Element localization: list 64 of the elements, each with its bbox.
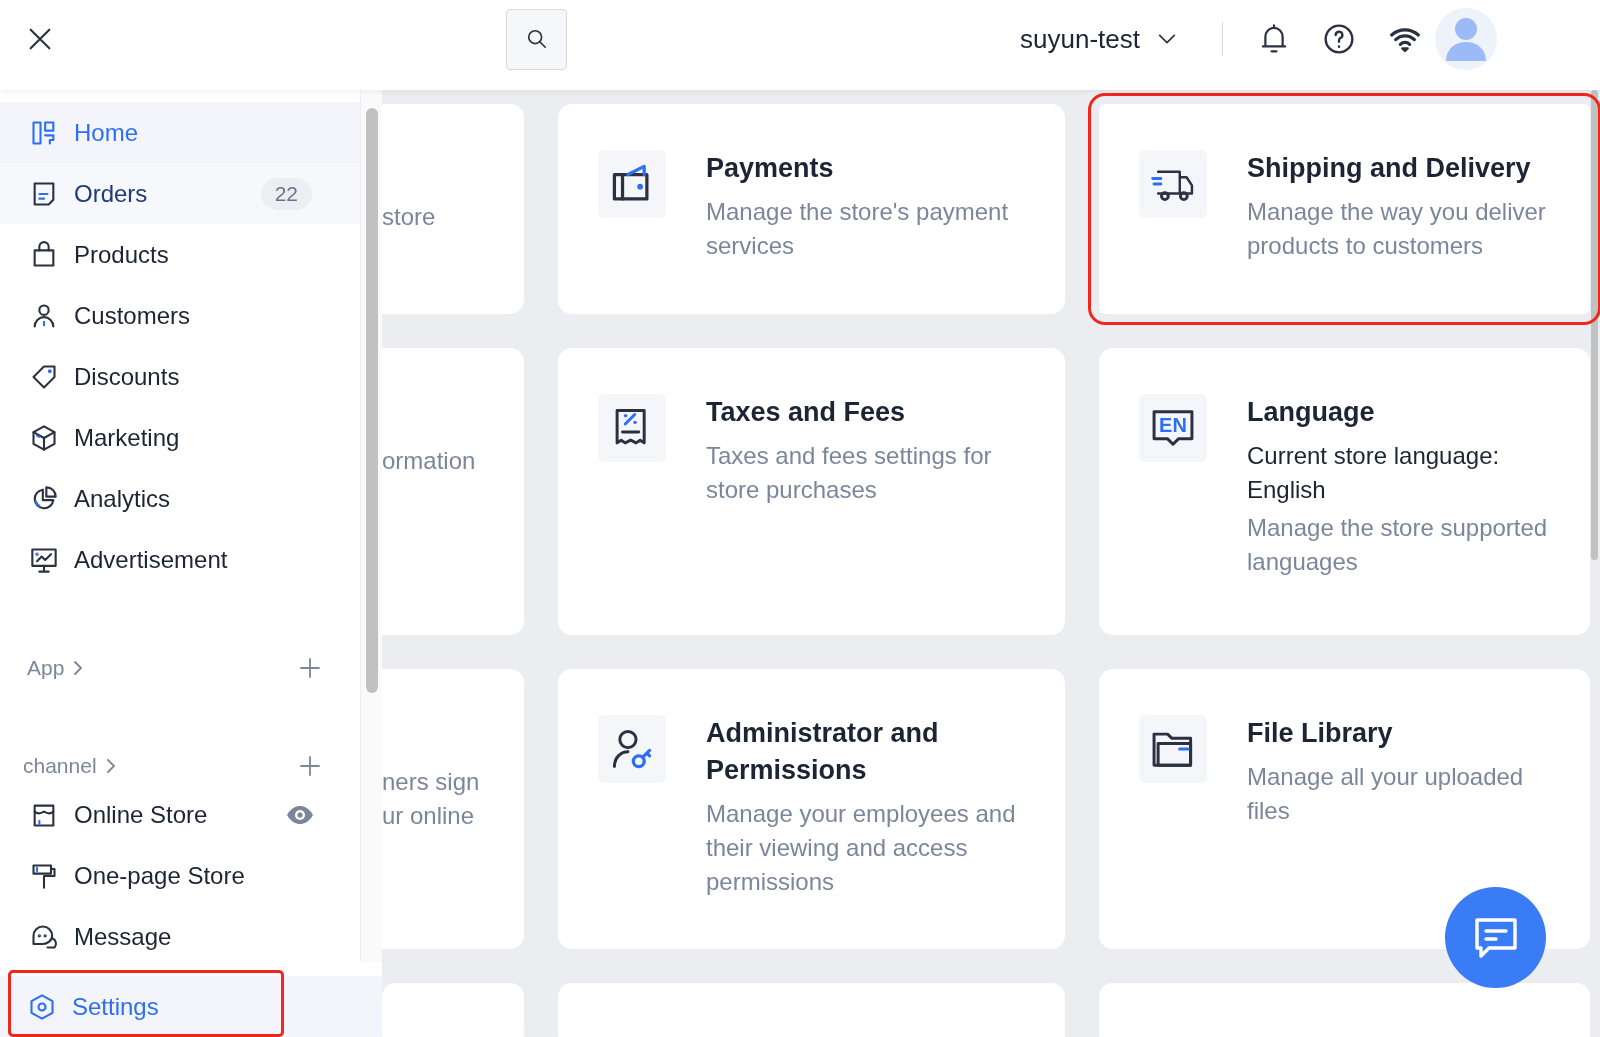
card-title: Shipping and Delivery [1247,152,1532,185]
card-description: Manage the way you deliver products to customers [1247,197,1547,261]
card-description: Taxes and fees settings for store purchases [706,441,993,505]
monitor-icon [30,545,58,574]
card-title: Language [1247,396,1376,429]
user-silhouette-icon [1444,15,1488,63]
card-description: Manage the store supported languages [1247,513,1549,577]
nav-item[interactable]: One-page Store [0,845,360,906]
card-description: ur online [382,801,476,831]
icon-label: EN [1159,414,1187,436]
search-icon [525,28,548,50]
notifications-button[interactable] [1259,23,1289,55]
settings-card[interactable]: ners sign ur online [382,669,524,949]
card-title: Taxes and Fees [706,396,907,429]
nav-item[interactable]: Products [0,224,360,285]
nav-item[interactable]: Online Store [0,784,360,845]
account-switcher[interactable]: suyun-test [1020,23,1178,55]
current-value: Current store language: English [1247,441,1501,505]
wifi-icon [1389,25,1421,53]
card-title: File Library [1247,717,1394,750]
eye-icon[interactable] [286,804,314,825]
scrollbar[interactable] [361,90,382,962]
card-title: Administrator and Permissions [706,717,940,787]
card-description: Manage all your uploaded files [1247,762,1525,826]
help-icon [1323,23,1355,55]
settings-card[interactable]: EN Language Current store language: English Manage the store supported languages [1099,348,1590,635]
nav-item[interactable]: Marketing [0,407,360,468]
card-description: ners sign [382,767,481,797]
section-header[interactable]: App [27,656,85,680]
account-name: suyun-test [1020,23,1140,55]
nav-item[interactable]: Orders 22 [0,163,360,224]
help-button[interactable] [1323,23,1355,55]
bell-icon [1259,23,1289,55]
cube-icon [30,423,58,452]
settings-card[interactable]: Shipping and Delivery Manage the way you deliver products to customers [1099,104,1590,314]
wifi-button[interactable] [1389,25,1421,53]
settings-icon [28,992,56,1021]
settings-card[interactable]: store [382,104,524,314]
chevron-right-icon [104,757,117,775]
settings-card[interactable]: File Library Manage all your uploaded files [1099,669,1590,949]
card-description: Manage the store's payment services [706,197,1010,261]
card-description: store [382,202,437,232]
card-description: ormation [382,446,477,476]
plus-icon[interactable] [300,756,320,776]
nav-item[interactable]: Advertisement [0,529,360,590]
paint-roller-icon [30,861,58,890]
nav-item[interactable]: Home [0,102,360,163]
search-button[interactable] [506,8,567,70]
nav-item[interactable]: Discounts [0,346,360,407]
card-title: Payments [706,152,835,185]
nav-item[interactable]: Customers [0,285,360,346]
settings-card[interactable]: ormation [382,348,524,635]
card-description: Manage your employees and their viewing and access permissions [706,799,1017,897]
settings-card[interactable]: Payments Manage the store's payment services [558,104,1065,314]
tag-icon [30,362,58,391]
nav-item[interactable]: Message [0,906,360,967]
count-badge: 22 [260,177,312,210]
chevron-right-icon [72,659,85,677]
plus-icon[interactable] [300,658,320,678]
settings-card[interactable]: Administrator and Permissions Manage your employees and their viewing and access permissions [558,669,1065,949]
section-header[interactable]: channel [23,754,117,778]
chat-icon [30,922,58,951]
nav-item[interactable]: Analytics [0,468,360,529]
settings-card[interactable]: Taxes and Fees Taxes and fees settings for store purchases [558,348,1065,635]
